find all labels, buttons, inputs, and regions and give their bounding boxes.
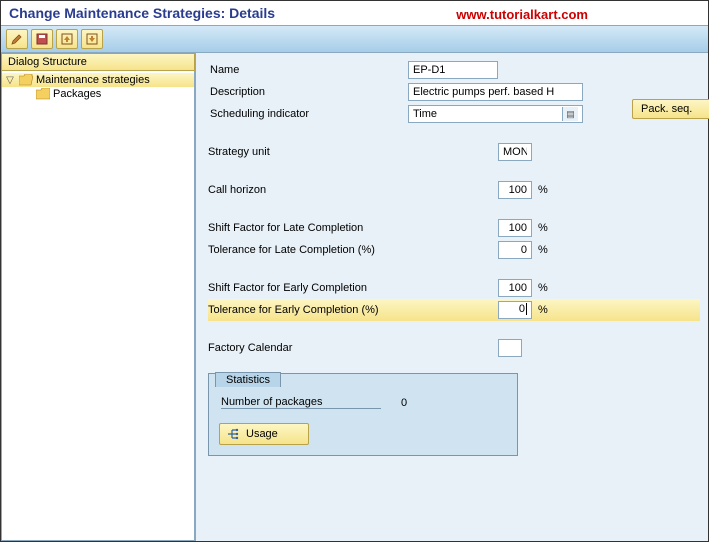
toolbar-btn-save[interactable] xyxy=(31,29,53,49)
pct-symbol: % xyxy=(538,244,548,256)
dropdown-icon[interactable]: ▤ xyxy=(562,107,578,121)
packages-count-label: Number of packages xyxy=(221,396,381,409)
folder-closed-icon xyxy=(36,88,50,100)
statistics-title: Statistics xyxy=(215,372,281,387)
factory-calendar-field[interactable] xyxy=(498,339,522,357)
call-horizon-field[interactable] xyxy=(498,181,532,199)
strategy-unit-field[interactable] xyxy=(498,143,532,161)
shift-early-field[interactable] xyxy=(498,279,532,297)
tol-early-field[interactable]: 0 xyxy=(498,301,532,319)
pct-symbol: % xyxy=(538,222,548,234)
dialog-structure-panel: Dialog Structure ▽ Maintenance strategie… xyxy=(1,53,196,541)
tol-late-label: Tolerance for Late Completion (%) xyxy=(208,244,498,256)
usage-label: Usage xyxy=(246,428,278,440)
toolbar-btn-pencil[interactable] xyxy=(6,29,28,49)
scheduling-indicator-select[interactable]: Time ▤ xyxy=(408,105,583,123)
tree-toggle-icon[interactable]: ▽ xyxy=(4,75,16,86)
shift-late-field[interactable] xyxy=(498,219,532,237)
description-label: Description xyxy=(208,86,408,98)
usage-icon xyxy=(226,427,240,441)
tol-late-field[interactable] xyxy=(498,241,532,259)
page-title: Change Maintenance Strategies: Details xyxy=(9,5,275,21)
pct-symbol: % xyxy=(538,304,548,316)
scheduling-indicator-label: Scheduling indicator xyxy=(208,108,408,120)
factory-calendar-label: Factory Calendar xyxy=(208,342,498,354)
toolbar-btn-down[interactable] xyxy=(81,29,103,49)
toolbar-btn-up[interactable] xyxy=(56,29,78,49)
pack-seq-label: Pack. seq. xyxy=(641,103,692,115)
name-label: Name xyxy=(208,64,408,76)
tree-item-label: Maintenance strategies xyxy=(36,74,150,86)
call-horizon-label: Call horizon xyxy=(208,184,498,196)
shift-late-label: Shift Factor for Late Completion xyxy=(208,222,498,234)
packages-count-value: 0 xyxy=(401,397,407,409)
strategy-unit-label: Strategy unit xyxy=(208,146,498,158)
tol-early-label: Tolerance for Early Completion (%) xyxy=(208,304,498,316)
name-field[interactable] xyxy=(408,61,498,79)
pct-symbol: % xyxy=(538,282,548,294)
tree-item-maintenance-strategies[interactable]: ▽ Maintenance strategies xyxy=(2,73,194,87)
tree-item-packages[interactable]: Packages xyxy=(2,87,194,101)
tree-item-label: Packages xyxy=(53,88,101,100)
shift-early-label: Shift Factor for Early Completion xyxy=(208,282,498,294)
tree-header: Dialog Structure xyxy=(1,53,195,71)
pct-symbol: % xyxy=(538,184,548,196)
app-toolbar xyxy=(1,25,708,53)
statistics-box: Statistics Number of packages 0 Usage xyxy=(208,373,518,456)
pack-seq-button[interactable]: Pack. seq. xyxy=(632,99,709,119)
folder-open-icon xyxy=(19,74,33,86)
details-form: Name Description Scheduling indicator Ti… xyxy=(196,53,708,541)
watermark-text: www.tutorialkart.com xyxy=(456,7,588,22)
scheduling-indicator-value: Time xyxy=(413,108,437,120)
usage-button[interactable]: Usage xyxy=(219,423,309,445)
description-field[interactable] xyxy=(408,83,583,101)
